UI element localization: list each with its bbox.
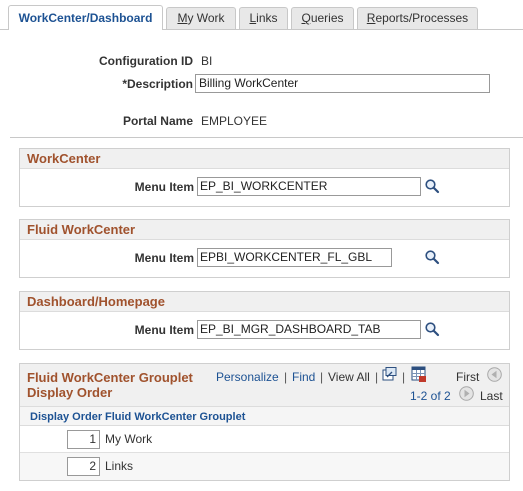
section-title: Fluid WorkCenter — [20, 220, 509, 240]
workcenter-section: WorkCenter Menu Item EP_BI_WORKCENTER — [19, 148, 510, 207]
tab-links[interactable]: Links — [239, 7, 288, 29]
menu-item-label: Menu Item — [134, 180, 194, 194]
fluid-workcenter-section: Fluid WorkCenter Menu Item EPBI_WORKCENT… — [19, 219, 510, 278]
view-all-link[interactable]: View All — [328, 370, 370, 384]
tab-label: WorkCenter/Dashboard — [18, 11, 153, 25]
grid-title: Fluid WorkCenter Grouplet Display Order — [27, 370, 193, 400]
column-grouplet[interactable]: Fluid WorkCenter Grouplet — [105, 411, 245, 423]
row-range-label: 1-2 of 2 — [410, 389, 451, 403]
grid-download-icon[interactable] — [411, 366, 427, 382]
portal-name-value: EMPLOYEE — [201, 114, 268, 128]
grouplet-grid: Fluid WorkCenter Grouplet Display Order … — [19, 363, 510, 481]
config-id-label: Configuration ID — [99, 54, 193, 68]
nav-separator: | — [402, 370, 406, 384]
section-title: Dashboard/Homepage — [20, 292, 509, 312]
find-link[interactable]: Find — [292, 370, 315, 384]
tab-label: inks — [256, 11, 278, 25]
magnifier-lookup-icon[interactable] — [424, 249, 440, 265]
description-field[interactable]: Billing WorkCenter — [195, 74, 490, 93]
magnifier-lookup-icon[interactable] — [424, 321, 440, 337]
divider — [10, 137, 523, 138]
grid-header: Fluid WorkCenter Grouplet Display Order … — [20, 364, 509, 406]
nav-separator: | — [375, 370, 379, 384]
tab-label: y Work — [187, 11, 225, 25]
magnifier-lookup-icon[interactable] — [424, 178, 440, 194]
fluid-menu-item-input[interactable]: EPBI_WORKCENTER_FL_GBL — [197, 248, 392, 267]
nav-separator: | — [284, 370, 288, 384]
column-display-order[interactable]: Display Order — [30, 411, 102, 423]
dashboard-menu-item-input[interactable]: EP_BI_MGR_DASHBOARD_TAB — [197, 320, 421, 339]
grouplet-name: My Work — [105, 432, 153, 446]
display-order-field[interactable]: 2 — [67, 457, 100, 476]
tab-reports-processes[interactable]: Reports/Processes — [357, 7, 478, 29]
tab-bar: WorkCenter/Dashboard My Work Links Queri… — [0, 0, 523, 30]
section-title: WorkCenter — [20, 149, 509, 169]
portal-name-label: Portal Name — [122, 114, 193, 128]
dashboard-homepage-section: Dashboard/Homepage Menu Item EP_BI_MGR_D… — [19, 291, 510, 350]
next-arrow-icon[interactable] — [459, 386, 474, 401]
menu-item-label: Menu Item — [134, 323, 194, 337]
new-window-icon[interactable] — [382, 367, 397, 381]
nav-separator: | — [320, 370, 324, 384]
tab-queries[interactable]: Queries — [291, 7, 354, 29]
display-order-field[interactable]: 1 — [67, 430, 100, 449]
tab-accesskey: Q — [301, 11, 311, 25]
first-link[interactable]: First — [456, 370, 479, 384]
tab-label: eports/Processes — [375, 11, 469, 25]
table-row: 1 My Work — [20, 426, 509, 453]
tab-my-work[interactable]: My Work — [166, 7, 236, 29]
previous-arrow-icon[interactable] — [487, 367, 502, 382]
tab-workcenter-dashboard[interactable]: WorkCenter/Dashboard — [8, 5, 163, 30]
tab-accesskey: M — [177, 11, 188, 25]
grouplet-name: Links — [105, 459, 134, 473]
tab-label: ueries — [310, 11, 344, 25]
grid-column-header: Display Order Fluid WorkCenter Grouplet — [20, 406, 509, 426]
last-link[interactable]: Last — [480, 389, 503, 403]
personalize-link[interactable]: Personalize — [216, 370, 279, 384]
description-label: *Description — [122, 77, 193, 91]
workcenter-menu-item-input[interactable]: EP_BI_WORKCENTER — [197, 177, 421, 196]
config-id-value: BI — [201, 54, 213, 68]
menu-item-label: Menu Item — [134, 251, 194, 265]
table-row: 2 Links — [20, 453, 509, 480]
